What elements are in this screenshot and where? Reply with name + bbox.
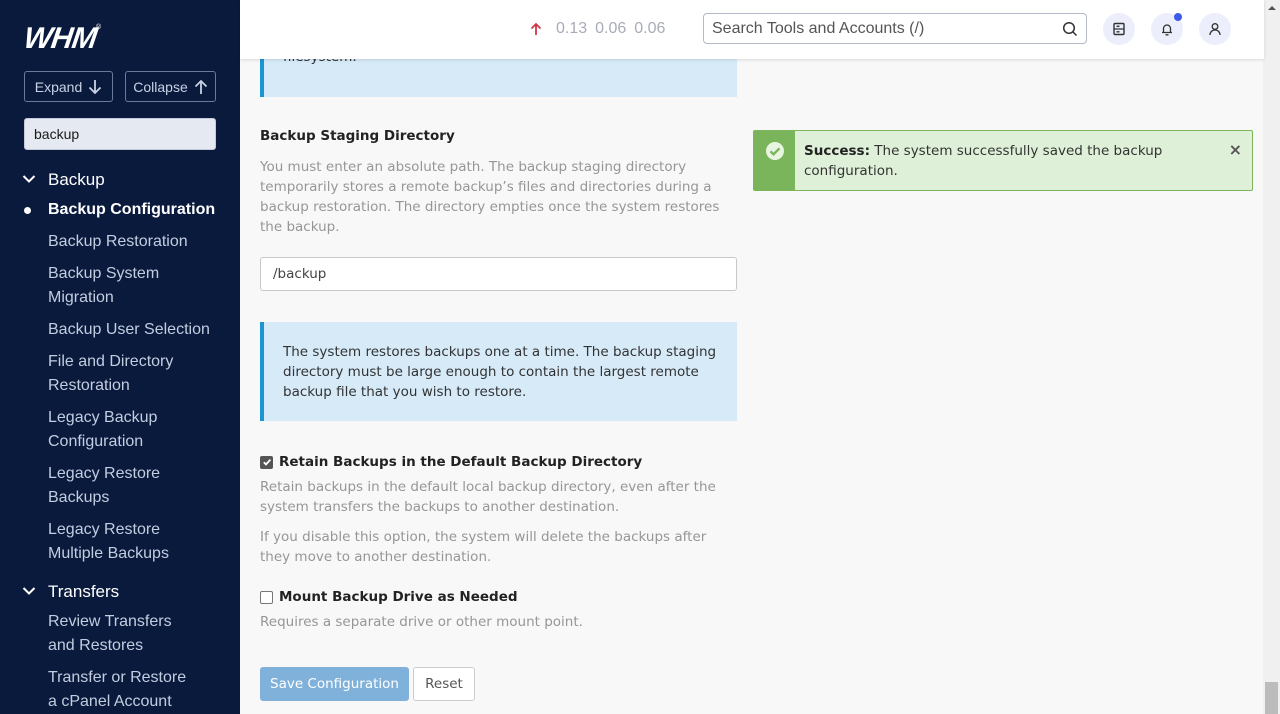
sidebar-item-review-transfers[interactable]: Review Transfers and Restores: [0, 610, 215, 658]
alert-icon-column: [754, 131, 795, 190]
alert-message: Success: The system successfully saved t…: [795, 131, 1195, 190]
close-icon[interactable]: ×: [1229, 140, 1242, 159]
server-status-button[interactable]: [1103, 13, 1135, 45]
nav-item-label: Review Transfers and Restores: [48, 613, 172, 654]
retain-backups-warning: If you disable this option, the system w…: [260, 529, 707, 565]
sidebar-item-backup-configuration[interactable]: Backup Configuration: [0, 198, 240, 222]
scroll-up-arrow-icon[interactable]: [1268, 6, 1276, 10]
server-icon: [1113, 22, 1125, 36]
sidebar-item-transfer-restore-account[interactable]: Transfer or Restore a cPanel Account: [0, 666, 215, 714]
retain-backups-checkbox[interactable]: [260, 455, 273, 469]
load-average-1m: 0.13: [556, 20, 588, 37]
staging-directory-help: You must enter an absolute path. The bac…: [260, 159, 720, 235]
active-bullet-icon: [24, 207, 31, 214]
check-circle-icon: [765, 142, 784, 160]
nav-group-backup[interactable]: Backup: [0, 168, 240, 192]
scrollbar-thumb[interactable]: [1265, 682, 1278, 714]
nav-group-transfers[interactable]: Transfers: [0, 580, 240, 604]
checkmark-icon: [262, 458, 271, 466]
logo-text: WHM: [21, 22, 99, 55]
notification-dot: [1174, 13, 1182, 21]
sidebar-search-input[interactable]: backup: [24, 118, 216, 150]
server-load[interactable]: 0.13 0.06 0.06: [530, 20, 665, 38]
search-tools-input[interactable]: Search Tools and Accounts (/): [703, 13, 1087, 44]
load-average-5m: 0.06: [595, 20, 627, 37]
collapse-label: Collapse: [133, 78, 188, 95]
sidebar-item-backup-system-migration[interactable]: Backup System Migration: [0, 262, 190, 310]
sidebar: WHM® Expand Collapse backup Backup Backu…: [0, 0, 240, 714]
search-icon[interactable]: [1062, 21, 1078, 37]
arrow-up-icon: [194, 79, 207, 94]
nav-item-label: Legacy Restore Backups: [48, 465, 161, 506]
chevron-down-icon: [0, 583, 48, 601]
logo-registered-mark: ®: [95, 24, 102, 31]
search-placeholder: Search Tools and Accounts (/): [712, 20, 925, 37]
reset-button[interactable]: Reset: [413, 667, 475, 701]
nav-item-label: Backup System Migration: [48, 265, 160, 306]
retain-backups-label[interactable]: Retain Backups in the Default Backup Dir…: [279, 454, 642, 470]
arrow-down-icon: [89, 79, 102, 94]
mount-drive-label[interactable]: Mount Backup Drive as Needed: [279, 589, 518, 605]
nav-item-label: Backup Configuration: [48, 201, 216, 218]
mount-drive-help: Requires a separate drive or other mount…: [260, 614, 583, 630]
load-up-arrow-icon: [530, 22, 542, 35]
nav-item-label: Legacy Restore Multiple Backups: [48, 521, 169, 562]
mount-drive-option: Mount Backup Drive as Needed: [260, 589, 518, 605]
staging-directory-input[interactable]: /backup: [260, 257, 737, 291]
sidebar-item-file-directory-restoration[interactable]: File and Directory Restoration: [0, 350, 200, 398]
nav-group-label: Backup: [48, 170, 105, 189]
save-configuration-button[interactable]: Save Configuration: [260, 667, 409, 701]
sidebar-item-legacy-restore-multiple-backups[interactable]: Legacy Restore Multiple Backups: [0, 518, 190, 566]
retain-backups-help: Retain backups in the default local back…: [260, 479, 716, 515]
user-icon: [1209, 23, 1221, 36]
nav-item-label: Legacy Backup Configuration: [48, 409, 158, 450]
sidebar-nav: Backup Backup Configuration Backup Resto…: [0, 168, 240, 714]
nav-group-label: Transfers: [48, 582, 120, 601]
mount-drive-checkbox[interactable]: [260, 590, 273, 604]
whm-logo[interactable]: WHM®: [21, 22, 102, 56]
load-average-15m: 0.06: [634, 20, 666, 37]
success-alert: Success: The system successfully saved t…: [753, 130, 1253, 191]
sidebar-item-backup-user-selection[interactable]: Backup User Selection: [0, 318, 240, 342]
staging-directory-label: Backup Staging Directory: [260, 128, 455, 144]
bell-icon: [1162, 24, 1172, 36]
nav-item-label: Transfer or Restore a cPanel Account: [48, 669, 187, 710]
expand-button[interactable]: Expand: [24, 71, 113, 102]
nav-item-label: File and Directory Restoration: [48, 353, 174, 394]
collapse-button[interactable]: Collapse: [125, 71, 216, 102]
info-text: The system restores backups one at a tim…: [283, 344, 717, 400]
nav-item-label: Backup Restoration: [48, 233, 188, 250]
page-scrollbar[interactable]: [1263, 0, 1280, 714]
alert-title: Success:: [804, 143, 870, 159]
chevron-down-icon: [0, 171, 48, 189]
top-header: 0.13 0.06 0.06 Search Tools and Accounts…: [240, 0, 1264, 59]
sidebar-item-backup-restoration[interactable]: Backup Restoration: [0, 230, 240, 254]
nav-item-label: Backup User Selection: [48, 321, 210, 338]
sidebar-item-legacy-restore-backups[interactable]: Legacy Restore Backups: [0, 462, 190, 510]
notifications-button[interactable]: [1151, 13, 1183, 45]
sidebar-item-legacy-backup-configuration[interactable]: Legacy Backup Configuration: [0, 406, 190, 454]
info-callout-staging: The system restores backups one at a tim…: [260, 322, 737, 421]
expand-label: Expand: [34, 78, 83, 95]
retain-backups-option: Retain Backups in the Default Backup Dir…: [260, 454, 642, 470]
user-menu-button[interactable]: [1199, 13, 1231, 45]
